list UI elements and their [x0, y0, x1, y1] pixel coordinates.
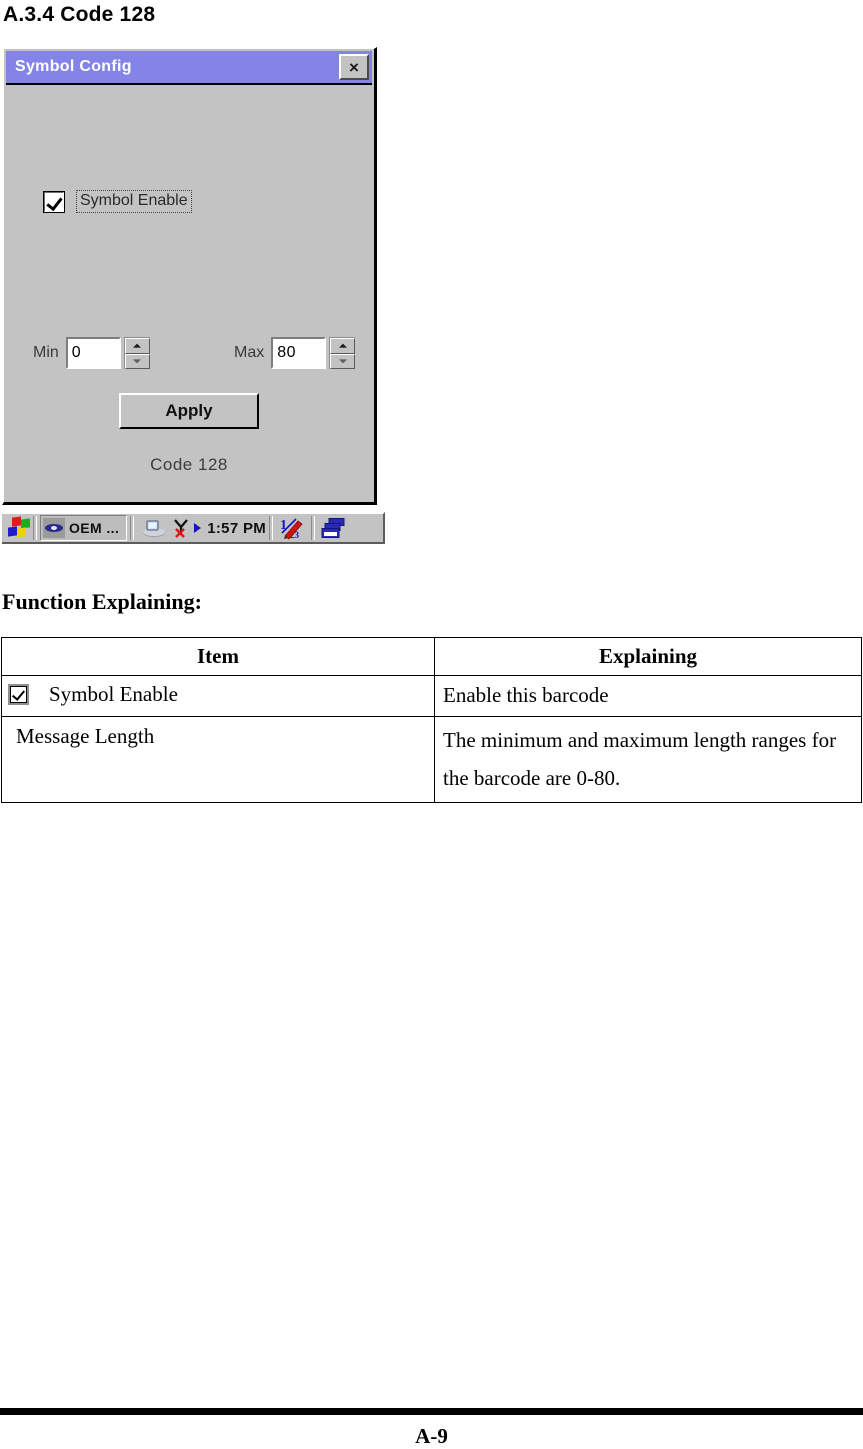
cell-item-label: Message Length	[16, 724, 155, 748]
window-switch-icon[interactable]	[321, 517, 347, 539]
taskbar-clock[interactable]: 1:57 PM	[207, 520, 266, 537]
system-tray: 1:57 PM	[137, 518, 266, 538]
symbol-enable-checkbox-row[interactable]: Symbol Enable	[43, 190, 192, 213]
task-button-oem[interactable]: OEM ...	[40, 515, 128, 541]
dialog-titlebar: Symbol Config ×	[6, 51, 372, 85]
page-number: A-9	[415, 1424, 448, 1448]
max-stepper-up[interactable]	[330, 338, 356, 354]
device-screenshot: Symbol Config × Symbol Enable Min 0 Max …	[2, 47, 385, 544]
table-row: Symbol Enable Enable this barcode	[1, 675, 862, 717]
cell-explaining-message-length: The minimum and maximum length ranges fo…	[434, 716, 862, 803]
desktop-icon[interactable]	[142, 518, 166, 538]
function-explaining-table: Item Explaining Symbol Enable Enable thi…	[1, 637, 862, 803]
taskbar-divider	[33, 516, 37, 540]
symbol-enable-label: Symbol Enable	[76, 190, 192, 213]
dialog-client-area: Symbol Enable Min 0 Max 80 Apply Code 12…	[6, 87, 372, 500]
column-header-item: Item	[1, 637, 435, 676]
taskbar: OEM ... 1:57 PM 1 23	[2, 512, 385, 544]
taskbar-divider	[269, 516, 274, 540]
min-label: Min	[33, 344, 59, 361]
min-length-group: Min 0	[33, 337, 150, 369]
function-explaining-heading: Function Explaining:	[2, 589, 202, 614]
cell-explaining-symbol-enable: Enable this barcode	[434, 675, 862, 717]
taskbar-divider	[130, 516, 135, 540]
oem-app-icon	[43, 518, 65, 538]
min-input[interactable]: 0	[65, 337, 121, 369]
cell-explaining-text: The minimum and maximum length ranges fo…	[443, 728, 837, 790]
windows-flag-icon[interactable]	[6, 516, 30, 539]
max-stepper[interactable]	[329, 337, 356, 369]
column-header-explaining: Explaining	[434, 637, 862, 676]
task-button-label: OEM ...	[69, 520, 120, 536]
antenna-disconnected-icon[interactable]	[170, 518, 192, 538]
min-stepper[interactable]	[123, 337, 150, 369]
apply-button[interactable]: Apply	[119, 393, 259, 429]
min-stepper-up[interactable]	[124, 338, 150, 354]
cell-explaining-text: Enable this barcode	[443, 683, 609, 707]
min-stepper-down[interactable]	[124, 353, 150, 369]
close-icon[interactable]: ×	[339, 54, 369, 80]
checkbox-icon	[8, 684, 29, 705]
symbology-name-label: Code 128	[150, 455, 228, 474]
sip-keyboard-icon[interactable]: 1 23	[279, 516, 305, 540]
table-header-row: Item Explaining	[1, 637, 862, 676]
dialog-title: Symbol Config	[15, 58, 132, 75]
symbol-enable-checkbox[interactable]	[43, 190, 65, 213]
cell-item-symbol-enable: Symbol Enable	[1, 675, 435, 717]
max-stepper-down[interactable]	[330, 353, 356, 369]
cell-item-message-length: Message Length	[1, 716, 435, 803]
symbol-config-dialog: Symbol Config × Symbol Enable Min 0 Max …	[2, 47, 377, 505]
footer-rule	[0, 1408, 863, 1415]
cell-item-label: Symbol Enable	[49, 682, 178, 706]
table-row: Message Length The minimum and maximum l…	[1, 716, 862, 803]
blue-arrow-icon[interactable]	[193, 521, 202, 535]
max-length-group: Max 80	[234, 337, 356, 369]
page-title: A.3.4 Code 128	[3, 3, 156, 26]
taskbar-divider	[311, 516, 316, 540]
max-label: Max	[234, 344, 265, 361]
max-input[interactable]: 80	[271, 337, 327, 369]
